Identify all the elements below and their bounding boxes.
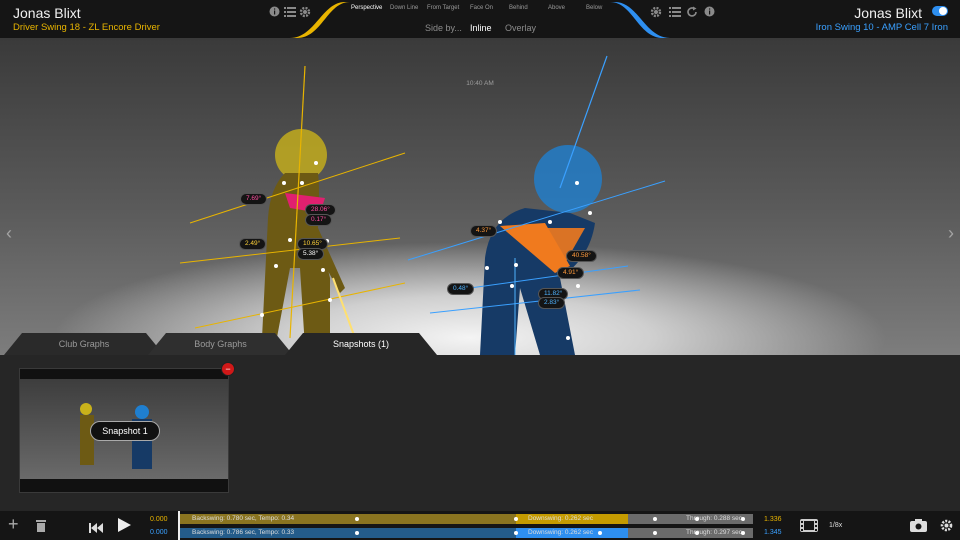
- playhead[interactable]: [178, 511, 180, 540]
- right-player-name: Jonas Blixt: [854, 5, 922, 21]
- panel-tabs: Club Graphs Body Graphs Snapshots (1): [0, 333, 960, 355]
- backswing-segment: Backswing: 0.780 sec, Tempo: 0.34: [178, 514, 516, 524]
- downswing-segment: Downswing: 0.262 sec: [516, 528, 628, 538]
- angle-label: 40.58°: [566, 250, 597, 262]
- snapshots-panel: Snapshot 1 −: [0, 355, 960, 511]
- right-end-time: 1.345: [764, 529, 782, 536]
- view-down-line[interactable]: Down Line: [390, 5, 418, 11]
- mode-inline[interactable]: Inline: [470, 23, 492, 33]
- right-start-time: 0.000: [150, 529, 168, 536]
- angle-label: 0.48°: [447, 283, 475, 295]
- list-icon[interactable]: [284, 6, 296, 18]
- chevron-left-icon[interactable]: ‹: [6, 223, 12, 244]
- playback-speed[interactable]: 1/8x: [829, 522, 842, 529]
- left-player-name: Jonas Blixt: [13, 5, 81, 21]
- view-selector: Perspective Down Line From Target Face O…: [340, 5, 620, 17]
- right-player-toggle[interactable]: [932, 6, 948, 16]
- left-golfer-figure: [179, 65, 406, 348]
- view-from-target[interactable]: From Target: [427, 5, 459, 11]
- settings-gear-icon[interactable]: [940, 519, 953, 537]
- swing-viewer[interactable]: 10:40 AM 7.69° 28.06° 0.17° 2.49° 10.65°…: [0, 38, 960, 355]
- mode-side-by-side[interactable]: Side by...: [425, 23, 462, 33]
- add-icon[interactable]: +: [8, 515, 19, 533]
- angle-label: 4.37°: [470, 225, 498, 237]
- snapshot-label: Snapshot 1: [90, 421, 160, 441]
- right-golfer-figure: [407, 55, 666, 355]
- right-swing-timeline[interactable]: Backswing: 0.786 sec, Tempo: 0.33 Downsw…: [178, 528, 753, 538]
- gear-icon[interactable]: [299, 6, 311, 18]
- gear-icon[interactable]: [650, 6, 662, 18]
- chevron-right-icon[interactable]: ›: [948, 223, 954, 244]
- left-swing-label[interactable]: Driver Swing 18 - ZL Encore Driver: [13, 22, 160, 33]
- view-below[interactable]: Below: [586, 5, 602, 11]
- swing-scene: [179, 55, 666, 355]
- view-above[interactable]: Above: [548, 5, 565, 11]
- info-icon[interactable]: [268, 6, 280, 18]
- delete-snapshot-icon[interactable]: −: [221, 362, 235, 376]
- left-start-time: 0.000: [150, 516, 168, 523]
- right-swing-label[interactable]: Iron Swing 10 - AMP Cell 7 Iron: [816, 22, 948, 33]
- trash-icon[interactable]: [35, 518, 47, 537]
- angle-label: 4.91°: [557, 267, 585, 279]
- snapshot-thumbnail[interactable]: Snapshot 1: [19, 368, 229, 493]
- tab-snapshots[interactable]: Snapshots (1): [285, 333, 437, 355]
- view-perspective[interactable]: Perspective: [351, 5, 382, 11]
- list-icon[interactable]: [669, 6, 681, 18]
- play-icon[interactable]: [117, 518, 131, 537]
- left-swing-timeline[interactable]: Backswing: 0.780 sec, Tempo: 0.34 Downsw…: [178, 514, 753, 524]
- info-icon[interactable]: [703, 6, 715, 18]
- through-segment: Through: 0.297 sec: [628, 528, 753, 538]
- angle-label: 2.49°: [239, 238, 267, 250]
- refresh-icon[interactable]: [686, 6, 698, 18]
- skip-back-icon[interactable]: [89, 520, 103, 538]
- camera-icon[interactable]: [910, 519, 927, 537]
- downswing-segment: Downswing: 0.262 sec: [516, 514, 628, 524]
- through-segment: Through: 0.288 sec: [628, 514, 753, 524]
- tab-club-graphs[interactable]: Club Graphs: [4, 333, 164, 355]
- header-bar: Jonas Blixt Driver Swing 18 - ZL Encore …: [0, 0, 960, 38]
- view-face-on[interactable]: Face On: [470, 5, 493, 11]
- angle-label: 7.69°: [240, 193, 268, 205]
- film-icon[interactable]: [800, 519, 818, 537]
- tab-body-graphs[interactable]: Body Graphs: [148, 333, 293, 355]
- angle-label: 0.17°: [305, 214, 333, 226]
- view-behind[interactable]: Behind: [509, 5, 528, 11]
- app-window: Jonas Blixt Driver Swing 18 - ZL Encore …: [0, 0, 960, 540]
- angle-label: 5.38°: [297, 248, 325, 260]
- playback-bar: + 0.000 0.000 Backswing: 0.780 sec, Temp…: [0, 511, 960, 540]
- mode-overlay[interactable]: Overlay: [505, 23, 536, 33]
- left-end-time: 1.336: [764, 516, 782, 523]
- angle-label: 2.83°: [538, 297, 566, 309]
- backswing-segment: Backswing: 0.786 sec, Tempo: 0.33: [178, 528, 516, 538]
